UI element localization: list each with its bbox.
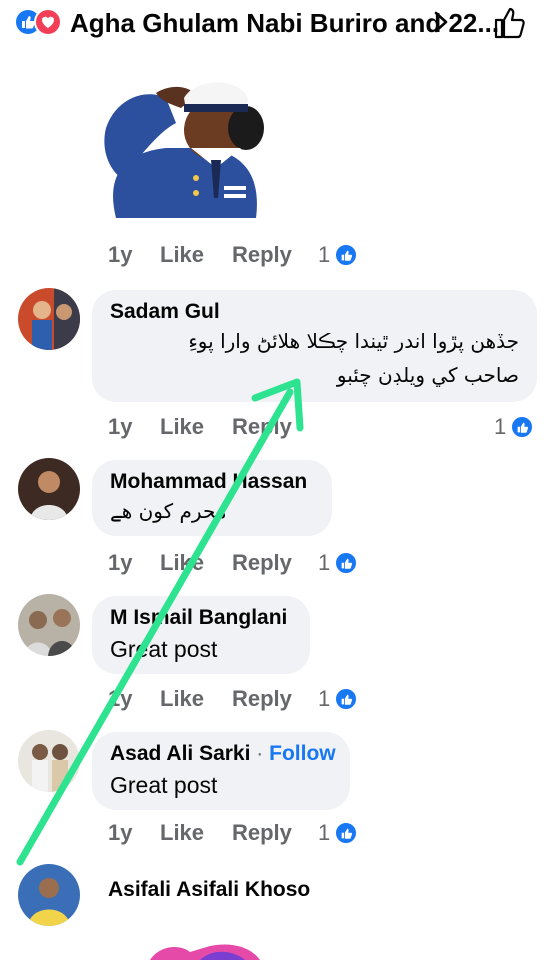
separator-dot: · [256,742,264,765]
thumbs-up-outline-icon[interactable] [493,6,527,40]
comment-bubble[interactable]: Asad Ali Sarki · Follow Great post [92,732,350,810]
like-button[interactable]: Like [160,686,232,712]
avatar[interactable] [18,458,80,520]
comment-actions: 1y Like Reply [108,550,318,576]
reaction-count[interactable]: 1 [318,686,359,712]
like-reaction-icon [334,243,359,267]
comment-bubble[interactable]: M Ismail Banglani Great post [92,596,310,674]
comment-time: 1y [108,550,133,575]
chevron-right-icon[interactable] [430,10,452,34]
comment-text: Great post [110,636,218,662]
reply-button[interactable]: Reply [232,686,318,712]
like-reaction-icon [510,415,535,439]
like-button[interactable]: Like [160,242,232,268]
reply-button[interactable]: Reply [232,414,318,440]
reaction-count-value: 1 [318,820,331,845]
comment-text: محرم کون هے [110,499,227,523]
comment-text: Great post [110,772,218,798]
like-reaction-icon [334,821,359,845]
comment-actions: 1y Like Reply [108,686,318,712]
comment-text: صاحب کي ويلڊن چئبو [336,363,519,387]
saluting-officer-sticker [104,82,264,218]
reply-button[interactable]: Reply [232,242,318,268]
like-button[interactable]: Like [160,550,232,576]
reply-button[interactable]: Reply [232,820,318,846]
commenter-name[interactable]: Sadam Gul [110,300,519,324]
reaction-icons [14,8,72,38]
commenter-name[interactable]: Asad Ali Sarki [110,742,250,765]
sticker-comment-actions: 1y Like Reply [108,242,318,268]
love-reaction-icon [34,8,62,36]
sticker-partial [150,944,260,960]
comment-time: 1y [108,242,133,267]
comment-time: 1y [108,686,133,711]
follow-button[interactable]: Follow [269,742,336,765]
avatar[interactable] [18,730,80,792]
reactions-header[interactable]: Agha Ghulam Nabi Buriro and 22... [0,0,556,48]
reply-button[interactable]: Reply [232,550,318,576]
commenter-name[interactable]: Mohammad Hassan [110,470,314,494]
like-reaction-icon [334,687,359,711]
comment-bubble[interactable]: Sadam Gul جڏهن پڙوا اندر ٿيندا چڪلا هلائ… [92,290,537,402]
comment-actions: 1y Like Reply [108,820,318,846]
reaction-count[interactable]: 1 [494,414,535,440]
comment-time: 1y [108,414,133,439]
reaction-count-value: 1 [318,550,331,575]
like-button[interactable]: Like [160,820,232,846]
reaction-count[interactable]: 1 [318,550,359,576]
like-reaction-icon [334,551,359,575]
reaction-count-value: 1 [318,242,331,267]
comment-bubble[interactable]: Mohammad Hassan محرم کون هے [92,460,332,536]
reaction-count-value: 1 [318,686,331,711]
reaction-count-value: 1 [494,414,507,439]
avatar[interactable] [18,594,80,656]
reaction-count[interactable]: 1 [318,820,359,846]
comment-actions: 1y Like Reply [108,414,318,440]
commenter-name[interactable]: Asifali Asifali Khoso [108,878,310,902]
avatar[interactable] [18,864,80,926]
commenter-name[interactable]: M Ismail Banglani [110,606,292,630]
reaction-count[interactable]: 1 [318,242,359,268]
avatar[interactable] [18,288,80,350]
like-button[interactable]: Like [160,414,232,440]
comment-text: جڏهن پڙوا اندر ٿيندا چڪلا هلائڻ وارا پوء… [188,329,519,353]
comment-time: 1y [108,820,133,845]
